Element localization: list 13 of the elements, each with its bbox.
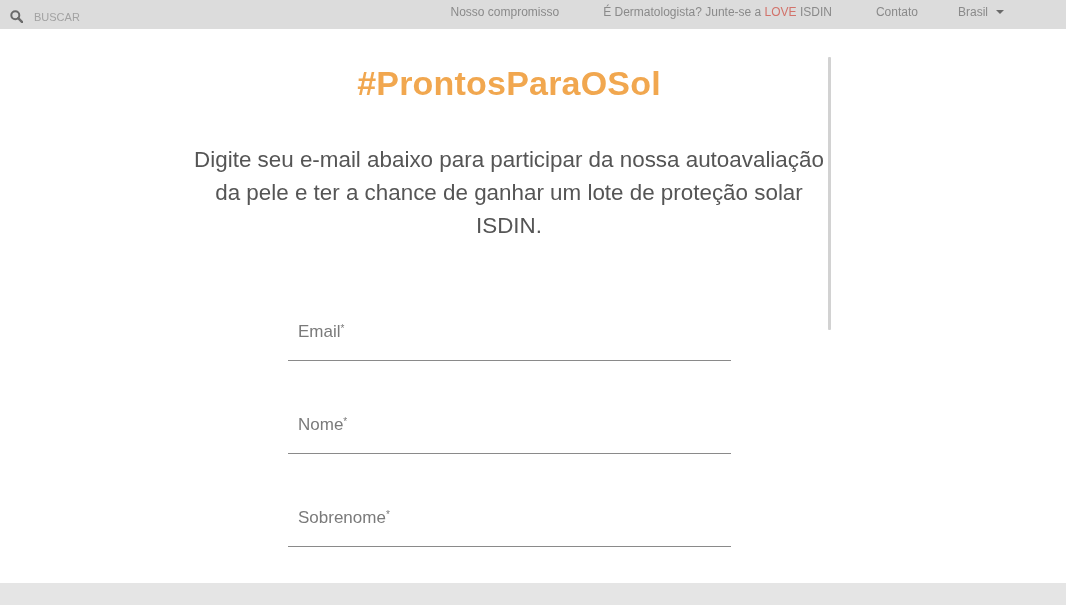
search-field[interactable]: BUSCAR — [34, 9, 154, 24]
nav-link[interactable]: Contato — [875, 5, 918, 19]
scrollbar-thumb[interactable] — [828, 57, 831, 330]
country-dropdown[interactable]: Brasil — [958, 5, 1004, 19]
input-field[interactable]: Nome$^{*}$ — [288, 401, 731, 454]
search-icon — [10, 10, 23, 23]
page-title: #ProntosParaOSol — [357, 63, 661, 103]
input-field[interactable]: Sobrenome$^{*}$ — [288, 494, 731, 547]
caret-icon — [996, 10, 1004, 14]
intro-text: Digite seu e-mail abaixo para participar da nossa autoavaliação da pele e ter a chance de ganhar um lote de proteção solar ISDIN. — [193, 146, 825, 240]
nav-link[interactable]: Nosso compromisso — [450, 5, 560, 19]
nav-link[interactable]: É Dermatologista? Junte-se a LOVE ISDIN — [603, 5, 832, 19]
input-field[interactable]: Email$^{*}$ — [288, 308, 731, 361]
